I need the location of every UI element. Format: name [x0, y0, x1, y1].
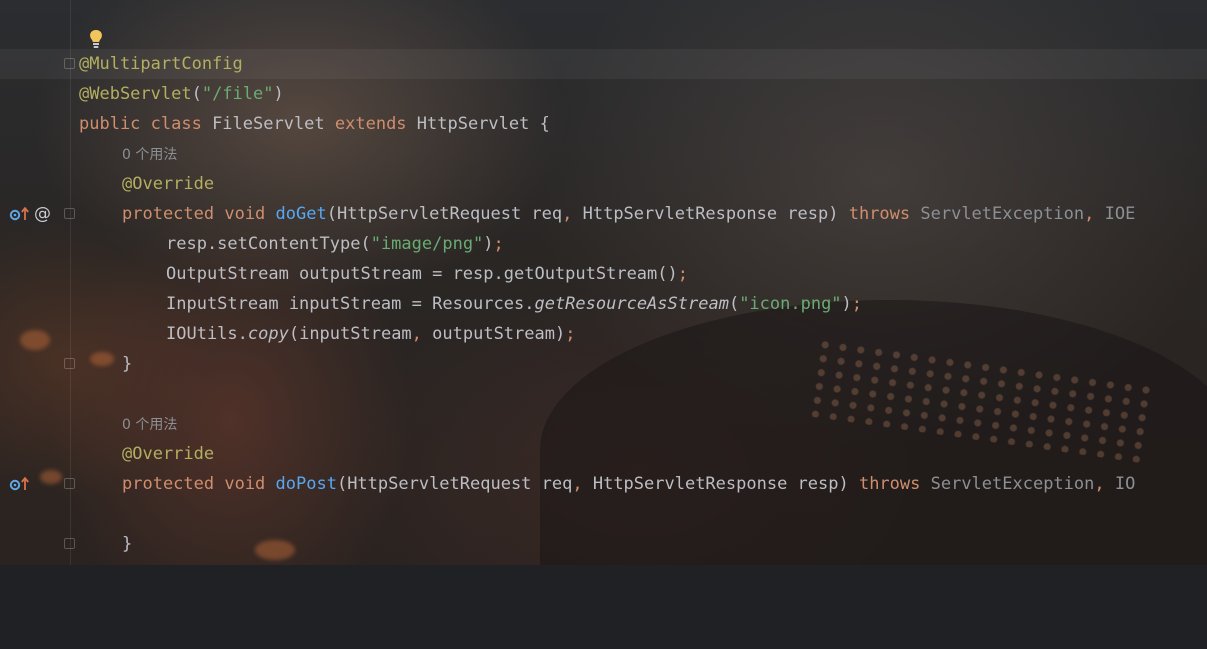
punctuation-token: ,: [1084, 204, 1105, 224]
punctuation-token: ;: [565, 324, 576, 344]
fold-marker-icon[interactable]: [64, 358, 75, 369]
annotation-token: @MultipartConfig: [79, 54, 243, 74]
exception-token: ServletException: [920, 204, 1085, 224]
punctuation-token: ;: [677, 264, 688, 284]
usage-hint[interactable]: 0 个用法: [122, 147, 177, 163]
fold-marker-icon[interactable]: [64, 478, 75, 489]
code-line[interactable]: protected void doPost(HttpServletRequest…: [0, 469, 1207, 499]
annotation-token: @WebServlet: [79, 84, 192, 104]
annotation-token: @Override: [122, 174, 215, 194]
keyword-token: throws: [848, 204, 921, 224]
code-token: (: [191, 84, 202, 104]
keyword-token: protected void: [122, 474, 276, 494]
code-token: resp.setContentType(: [166, 234, 371, 254]
code-token: (HttpServletRequest req: [336, 474, 573, 494]
code-token: HttpServlet {: [416, 114, 550, 134]
code-line[interactable]: OutputStream outputStream = resp.getOutp…: [0, 259, 1207, 289]
punctuation-token: ,: [411, 324, 433, 344]
code-token: InputStream inputStream = Resources.: [166, 294, 535, 314]
usage-hint[interactable]: 0 个用法: [122, 417, 177, 433]
string-token: "image/png": [370, 234, 484, 254]
code-line[interactable]: @ protected void doGet(HttpServletReques…: [0, 199, 1207, 229]
annotation-token: @Override: [122, 444, 215, 464]
usage-hint-line: 0 个用法: [0, 409, 1207, 439]
code-line[interactable]: @WebServlet("/file"): [0, 79, 1207, 109]
code-token: (HttpServletRequest req: [326, 204, 563, 224]
exception-token: ServletException: [930, 474, 1095, 494]
implements-method-icon[interactable]: [9, 469, 31, 499]
punctuation-token: ,: [572, 474, 593, 494]
keyword-token: public class: [79, 114, 213, 134]
punctuation-token: ,: [562, 204, 583, 224]
punctuation-token: ,: [1094, 474, 1115, 494]
code-line[interactable]: }: [0, 529, 1207, 559]
code-line[interactable]: public class FileServlet extends HttpSer…: [0, 109, 1207, 139]
string-token: "icon.png": [739, 294, 842, 314]
code-line[interactable]: InputStream inputStream = Resources.getR…: [0, 289, 1207, 319]
code-token: outputStream): [432, 324, 566, 344]
fold-marker-icon[interactable]: [64, 538, 75, 549]
implements-method-icon[interactable]: [9, 199, 31, 229]
code-token: ): [841, 294, 852, 314]
at-annotation-icon[interactable]: @: [34, 199, 51, 229]
code-line[interactable]: resp.setContentType("image/png");: [0, 229, 1207, 259]
code-line[interactable]: IOUtils.copy(inputStream, outputStream);: [0, 319, 1207, 349]
fold-marker-icon[interactable]: [64, 58, 75, 69]
static-method-token: copy: [247, 324, 289, 344]
method-name-token: doGet: [275, 204, 327, 224]
fold-marker-icon[interactable]: [64, 208, 75, 219]
exception-token: IO: [1114, 474, 1136, 494]
punctuation-token: ;: [493, 234, 504, 254]
code-token: ): [273, 84, 284, 104]
code-token: }: [122, 354, 133, 374]
code-token: OutputStream outputStream = resp.getOutp…: [166, 264, 678, 284]
static-method-token: getResourceAsStream: [534, 294, 729, 314]
code-token: ): [483, 234, 494, 254]
keyword-token: throws: [858, 474, 931, 494]
code-token: }: [122, 534, 133, 554]
lightbulb-icon[interactable]: [86, 28, 106, 50]
code-line[interactable]: }: [0, 349, 1207, 379]
code-line[interactable]: @Override: [0, 169, 1207, 199]
class-name-token: FileServlet: [212, 114, 335, 134]
keyword-token: extends: [334, 114, 417, 134]
punctuation-token: ;: [851, 294, 863, 314]
code-line[interactable]: @MultipartConfig: [0, 49, 1207, 79]
code-token: (: [728, 294, 740, 314]
usage-hint-line: 0 个用法: [0, 139, 1207, 169]
code-token: (inputStream: [288, 324, 412, 344]
method-name-token: doPost: [275, 474, 337, 494]
exception-token: IOE: [1104, 204, 1136, 224]
code-token: IOUtils.: [166, 324, 248, 344]
string-token: "/file": [201, 84, 274, 104]
code-token: HttpServletResponse resp): [592, 474, 859, 494]
keyword-token: protected void: [122, 204, 276, 224]
code-line[interactable]: @Override: [0, 439, 1207, 469]
code-token: HttpServletResponse resp): [582, 204, 849, 224]
